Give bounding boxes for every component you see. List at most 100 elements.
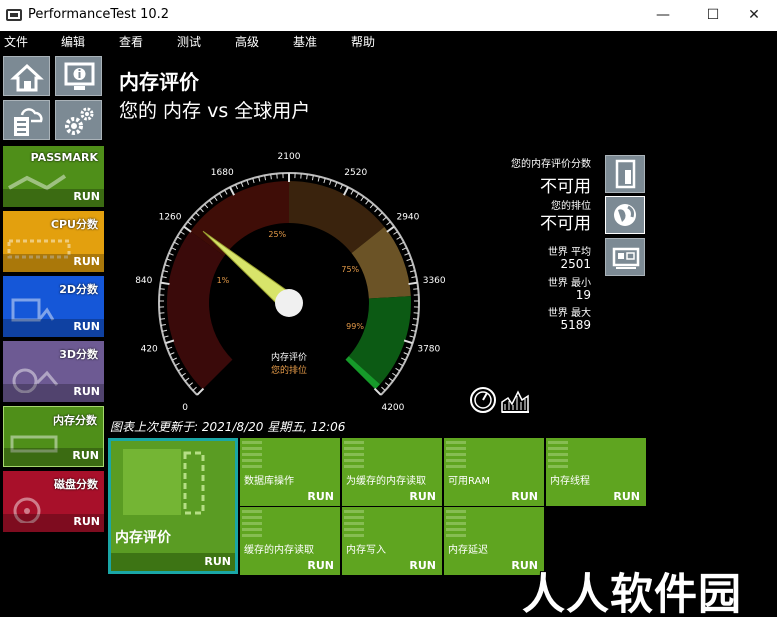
tile-3d[interactable]: 3D分数 RUN [3, 341, 104, 402]
gauge-minor-tick [339, 184, 343, 190]
result-document-icon[interactable] [605, 155, 645, 193]
minimize-button[interactable]: — [640, 0, 686, 31]
gauge-minor-tick [412, 318, 419, 320]
menu-edit[interactable]: 编辑 [61, 33, 85, 50]
menu-test[interactable]: 测试 [177, 33, 201, 50]
gauge-minor-tick [166, 258, 172, 262]
gauge-hub [275, 289, 303, 317]
tile-label: CPU分数 [50, 218, 98, 231]
gauge-minor-tick [180, 231, 185, 235]
score-label: 您的内存评价分数 [511, 159, 591, 170]
gauge-minor-tick [224, 189, 228, 195]
menu-help[interactable]: 帮助 [351, 33, 375, 50]
gauge-minor-tick [382, 216, 387, 221]
gauge-major-tick [183, 225, 192, 233]
close-button[interactable]: ✕ [731, 0, 777, 31]
run-button[interactable]: RUN [307, 559, 334, 572]
tile-label: 3D分数 [59, 348, 98, 361]
home-icon[interactable] [3, 56, 50, 96]
gauge-minor-tick [164, 264, 170, 267]
gauge-minor-tick [393, 231, 398, 235]
gauge-tick-label: 1680 [211, 168, 234, 178]
tile-label: 内存分数 [53, 414, 97, 427]
gauge-major-tick [343, 186, 349, 196]
run-button[interactable]: RUN [72, 449, 99, 462]
gauge-minor-tick [406, 258, 412, 262]
last-updated-text: 图表上次更新于: 2021/8/20 星期五, 12:06 [110, 420, 346, 434]
gauge-major-tick [165, 339, 175, 345]
chart-view-icon[interactable] [500, 386, 530, 414]
test-uncached-read[interactable]: 为缓存的内存读取 RUN [342, 438, 442, 506]
run-button[interactable]: RUN [111, 553, 235, 571]
run-button[interactable]: RUN [73, 515, 100, 528]
menu-baseline[interactable]: 基准 [293, 33, 317, 50]
test-label: 内存写入 [346, 545, 386, 556]
gauge-minor-tick [168, 252, 174, 256]
menu-view[interactable]: 查看 [119, 33, 143, 50]
run-button[interactable]: RUN [73, 385, 100, 398]
gauge-percent-label: 1% [217, 276, 230, 285]
memory-chip-icon [446, 509, 466, 537]
memory-chip-icon [548, 440, 568, 468]
gauge-minor-tick [195, 212, 200, 217]
tile-cpu[interactable]: CPU分数 RUN [3, 211, 104, 272]
gauge-minor-tick [365, 199, 370, 205]
test-label: 内存线程 [550, 476, 590, 487]
gauge-minor-tick [173, 241, 179, 245]
run-button[interactable]: RUN [613, 490, 640, 503]
tile-memory[interactable]: 内存分数 RUN [3, 406, 104, 467]
tile-2d[interactable]: 2D分数 RUN [3, 276, 104, 337]
gauge-minor-tick [403, 352, 409, 356]
gauge-minor-tick [317, 176, 320, 182]
gauge-minor-tick [323, 178, 326, 184]
world-min-label: 世界 最小 [547, 278, 591, 289]
tile-disk[interactable]: 磁盘分数 RUN [3, 471, 104, 532]
gauge-minor-tick [392, 372, 397, 377]
gauge-minor-tick [350, 189, 354, 195]
menu-advanced[interactable]: 高级 [235, 33, 259, 50]
run-button[interactable]: RUN [511, 490, 538, 503]
test-database-operations[interactable]: 数据库操作 RUN [240, 438, 340, 506]
cloud-server-icon[interactable] [3, 100, 50, 140]
run-button[interactable]: RUN [73, 190, 100, 203]
run-button[interactable]: RUN [73, 320, 100, 333]
gauge-minor-tick [398, 362, 404, 367]
run-button[interactable]: RUN [409, 559, 436, 572]
settings-gear-icon[interactable] [55, 100, 102, 140]
gauge-major-tick [373, 387, 382, 396]
gauge-tick-label: 0 [182, 403, 188, 413]
gauge-minor-tick [401, 357, 406, 361]
test-label: 为缓存的内存读取 [346, 476, 426, 487]
world-max-value: 5189 [560, 318, 591, 332]
gauge-minor-tick [218, 192, 223, 198]
gauge-center-sub: 您的排位 [271, 364, 307, 376]
gauge-minor-tick [240, 181, 244, 187]
speedometer-view-icon[interactable] [469, 386, 497, 414]
memory-chip-icon [344, 440, 364, 468]
gauge-minor-tick [270, 174, 272, 180]
run-button[interactable]: RUN [409, 490, 436, 503]
run-button[interactable]: RUN [307, 490, 334, 503]
hardware-card-icon[interactable] [605, 238, 645, 276]
system-info-icon[interactable] [55, 56, 102, 96]
test-memory-write[interactable]: 内存写入 RUN [342, 507, 442, 575]
globe-icon[interactable] [605, 196, 645, 234]
gauge-band-top-edge [345, 356, 380, 390]
test-label: 缓存的内存读取 [244, 545, 314, 556]
test-memory-threaded[interactable]: 内存线程 RUN [546, 438, 646, 506]
menu-file[interactable]: 文件 [4, 33, 28, 50]
run-button[interactable]: RUN [73, 255, 100, 268]
tile-passmark[interactable]: PASSMARK RUN [3, 146, 104, 207]
test-cached-read[interactable]: 缓存的内存读取 RUN [240, 507, 340, 575]
test-memory-mark[interactable]: 内存评价 RUN [108, 438, 238, 574]
test-available-ram[interactable]: 可用RAM RUN [444, 438, 544, 506]
maximize-button[interactable]: ☐ [690, 0, 736, 31]
gauge-minor-tick [192, 386, 197, 391]
test-label: 内存评价 [115, 530, 171, 546]
gauge-minor-tick [401, 247, 407, 251]
test-label: 可用RAM [448, 476, 491, 487]
gauge-minor-tick [399, 241, 405, 245]
gauge-major-tick [160, 281, 170, 286]
gauge-tick-label: 3780 [417, 344, 440, 354]
gauge-minor-tick [381, 386, 386, 391]
